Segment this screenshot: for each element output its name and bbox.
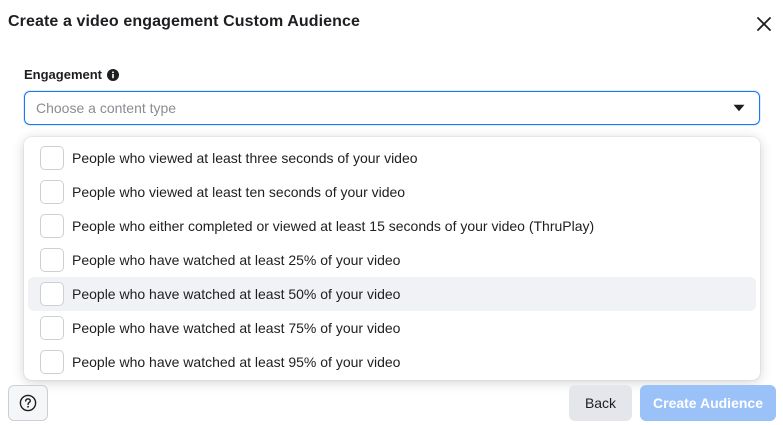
option-label: People who either completed or viewed at… bbox=[72, 218, 595, 234]
create-audience-button[interactable]: Create Audience bbox=[640, 385, 776, 421]
content-type-select[interactable]: Choose a content type bbox=[24, 91, 760, 125]
checkbox[interactable] bbox=[40, 146, 64, 170]
option-25-percent[interactable]: People who have watched at least 25% of … bbox=[28, 243, 756, 277]
option-label: People who viewed at least three seconds… bbox=[72, 150, 418, 166]
caret-down-icon bbox=[733, 104, 745, 112]
option-label: People who have watched at least 25% of … bbox=[72, 252, 401, 268]
engagement-label: Engagement bbox=[24, 67, 103, 82]
checkbox[interactable] bbox=[40, 282, 64, 306]
option-label: People who have watched at least 75% of … bbox=[72, 320, 401, 336]
question-circle-icon bbox=[19, 394, 37, 412]
close-icon bbox=[757, 17, 771, 31]
option-ten-seconds[interactable]: People who viewed at least ten seconds o… bbox=[28, 175, 756, 209]
help-button[interactable] bbox=[8, 385, 48, 421]
option-label: People who have watched at least 95% of … bbox=[72, 354, 401, 370]
engagement-label-row: Engagement bbox=[24, 67, 120, 82]
back-button[interactable]: Back bbox=[569, 385, 632, 421]
option-95-percent[interactable]: People who have watched at least 95% of … bbox=[28, 345, 756, 379]
info-icon[interactable] bbox=[107, 68, 120, 81]
option-75-percent[interactable]: People who have watched at least 75% of … bbox=[28, 311, 756, 345]
checkbox[interactable] bbox=[40, 180, 64, 204]
option-label: People who have watched at least 50% of … bbox=[72, 286, 401, 302]
checkbox[interactable] bbox=[40, 316, 64, 340]
option-three-seconds[interactable]: People who viewed at least three seconds… bbox=[28, 141, 756, 175]
option-label: People who viewed at least ten seconds o… bbox=[72, 184, 406, 200]
checkbox[interactable] bbox=[40, 248, 64, 272]
checkbox[interactable] bbox=[40, 214, 64, 238]
content-type-placeholder: Choose a content type bbox=[36, 100, 177, 116]
option-50-percent[interactable]: People who have watched at least 50% of … bbox=[28, 277, 756, 311]
dialog-title: Create a video engagement Custom Audienc… bbox=[8, 13, 361, 30]
close-button[interactable] bbox=[752, 12, 776, 36]
content-type-dropdown: People who viewed at least three seconds… bbox=[24, 137, 760, 380]
option-thruplay[interactable]: People who either completed or viewed at… bbox=[28, 209, 756, 243]
checkbox[interactable] bbox=[40, 350, 64, 374]
